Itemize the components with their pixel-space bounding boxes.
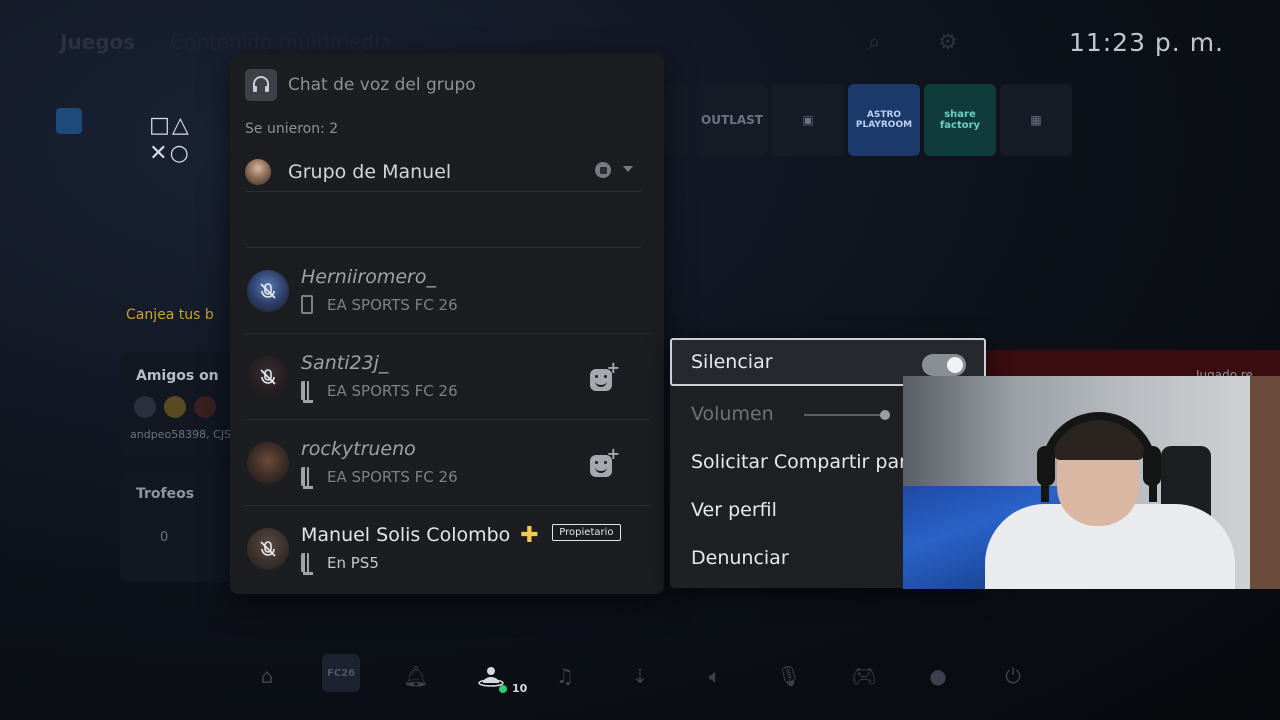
game-base-online-count: 10 bbox=[499, 682, 527, 695]
trophies-title: Trofeos bbox=[136, 486, 195, 502]
avatar bbox=[247, 270, 289, 312]
accessibility-icon[interactable]: ⇣ bbox=[626, 662, 654, 690]
member-row[interactable]: Herniiromero_ EA SPORTS FC 26 bbox=[245, 248, 650, 334]
ps5-console-icon bbox=[301, 553, 313, 575]
member-name: Herniiromero_ bbox=[301, 266, 436, 288]
member-name: rockytrueno bbox=[301, 438, 416, 460]
chevron-down-icon[interactable] bbox=[623, 166, 633, 172]
group-avatar bbox=[245, 158, 271, 185]
friends-online-title: Amigos on bbox=[136, 368, 219, 384]
add-friend-icon[interactable]: + bbox=[590, 444, 622, 480]
group-status-icon bbox=[595, 162, 611, 178]
member-status-text: EA SPORTS FC 26 bbox=[327, 381, 458, 400]
add-friend-icon[interactable]: + bbox=[590, 358, 622, 394]
search-icon[interactable]: ⌕ bbox=[868, 30, 880, 55]
volume-slider-thumb[interactable] bbox=[880, 410, 890, 420]
webcam-shelf bbox=[1250, 376, 1280, 589]
volume-label: Volumen bbox=[691, 403, 774, 425]
sound-icon[interactable]: 🔈︎ bbox=[701, 662, 729, 690]
controller-icon[interactable]: 🎮︎ bbox=[850, 662, 878, 690]
music-icon[interactable]: ♫ bbox=[551, 662, 579, 690]
app-tile-share-factory[interactable]: share factory bbox=[924, 84, 996, 156]
gear-icon[interactable]: ⚙ bbox=[938, 30, 958, 55]
member-status: En PS5 bbox=[301, 553, 379, 575]
capture-gallery-icon[interactable]: ▣ bbox=[772, 84, 844, 156]
member-status: EA SPORTS FC 26 bbox=[301, 467, 458, 489]
muted-icon bbox=[257, 280, 279, 302]
list-header-row bbox=[245, 200, 641, 248]
owner-badge: Propietario bbox=[552, 524, 621, 541]
mute-label: Silenciar bbox=[691, 351, 773, 373]
webcam-headset-cup bbox=[1037, 446, 1055, 486]
member-status-text: EA SPORTS FC 26 bbox=[327, 467, 458, 486]
group-name: Grupo de Manuel bbox=[288, 160, 452, 183]
game-tile-outlast[interactable]: OUTLAST bbox=[696, 84, 768, 156]
trophies-value: 0 bbox=[160, 530, 169, 545]
avatar bbox=[247, 442, 289, 484]
member-name: Santi23j_ bbox=[301, 352, 389, 374]
member-status-text: EA SPORTS FC 26 bbox=[327, 295, 458, 314]
avatar bbox=[194, 396, 216, 418]
panel-title: Chat de voz del grupo bbox=[288, 75, 476, 95]
game-tile[interactable] bbox=[664, 84, 688, 156]
group-selector[interactable]: Grupo de Manuel bbox=[245, 152, 641, 192]
avatar bbox=[164, 396, 186, 418]
friends-names: andpeo58398, CJS bbox=[130, 428, 232, 441]
volume-slider[interactable] bbox=[804, 414, 884, 416]
panel-header: Chat de voz del grupo bbox=[245, 69, 476, 101]
avatar bbox=[134, 396, 156, 418]
clock: 11:23 p. m. bbox=[1068, 28, 1224, 57]
ps5-console-icon bbox=[301, 467, 313, 489]
muted-icon bbox=[257, 366, 279, 388]
tab-games[interactable]: Juegos bbox=[60, 30, 135, 54]
member-status: EA SPORTS FC 26 bbox=[301, 295, 458, 314]
ps-plus-icon: ✚ bbox=[520, 523, 539, 548]
avatar bbox=[247, 356, 289, 398]
tab-media[interactable]: Contenido multimedia bbox=[170, 30, 392, 54]
profile-avatar[interactable]: ● bbox=[924, 662, 952, 690]
mic-icon[interactable]: 🎙︎ bbox=[775, 662, 803, 690]
member-status-text: En PS5 bbox=[327, 553, 379, 572]
member-row[interactable]: Santi23j_ EA SPORTS FC 26 + bbox=[245, 334, 650, 420]
member-name: Manuel Solis Colombo ✚ Propietario bbox=[301, 523, 621, 548]
headset-icon bbox=[245, 69, 277, 101]
notifications-icon[interactable]: 🔔︎ bbox=[402, 662, 430, 690]
control-center-bar: ⌂ FC26 🔔︎ 10 ♫ ⇣ 🔈︎ 🎙︎ 🎮︎ ● ⏻ bbox=[240, 652, 1040, 698]
member-status: EA SPORTS FC 26 bbox=[301, 381, 458, 403]
promo-redeem-text[interactable]: Canjea tus b bbox=[126, 307, 214, 323]
online-dot bbox=[499, 684, 507, 693]
joined-count: Se unieron: 2 bbox=[245, 121, 339, 137]
member-row-owner[interactable]: Manuel Solis Colombo ✚ Propietario En PS5 bbox=[245, 506, 650, 592]
game-library-icon[interactable]: ▦ bbox=[1000, 84, 1072, 156]
avatar bbox=[247, 528, 289, 570]
voice-chat-panel: Chat de voz del grupo Se unieron: 2 Grup… bbox=[230, 54, 664, 594]
webcam-overlay bbox=[903, 376, 1280, 589]
muted-icon bbox=[257, 538, 279, 560]
online-count: 10 bbox=[512, 682, 528, 695]
mobile-device-icon bbox=[301, 295, 313, 314]
game-tile-astro-playroom[interactable]: ASTRO PLAYROOM bbox=[848, 84, 920, 156]
game-tile-fc26[interactable]: FC26 bbox=[322, 654, 360, 692]
home-icon[interactable]: ⌂ bbox=[253, 662, 281, 690]
webcam-headset-cup bbox=[1143, 446, 1161, 486]
friends-avatars bbox=[134, 396, 216, 418]
member-row[interactable]: rockytrueno EA SPORTS FC 26 + bbox=[245, 420, 650, 506]
mute-toggle[interactable] bbox=[922, 354, 966, 376]
member-name-text: Manuel Solis Colombo bbox=[301, 524, 511, 546]
power-icon[interactable]: ⏻ bbox=[999, 662, 1027, 690]
ps5-console-icon bbox=[301, 381, 313, 403]
